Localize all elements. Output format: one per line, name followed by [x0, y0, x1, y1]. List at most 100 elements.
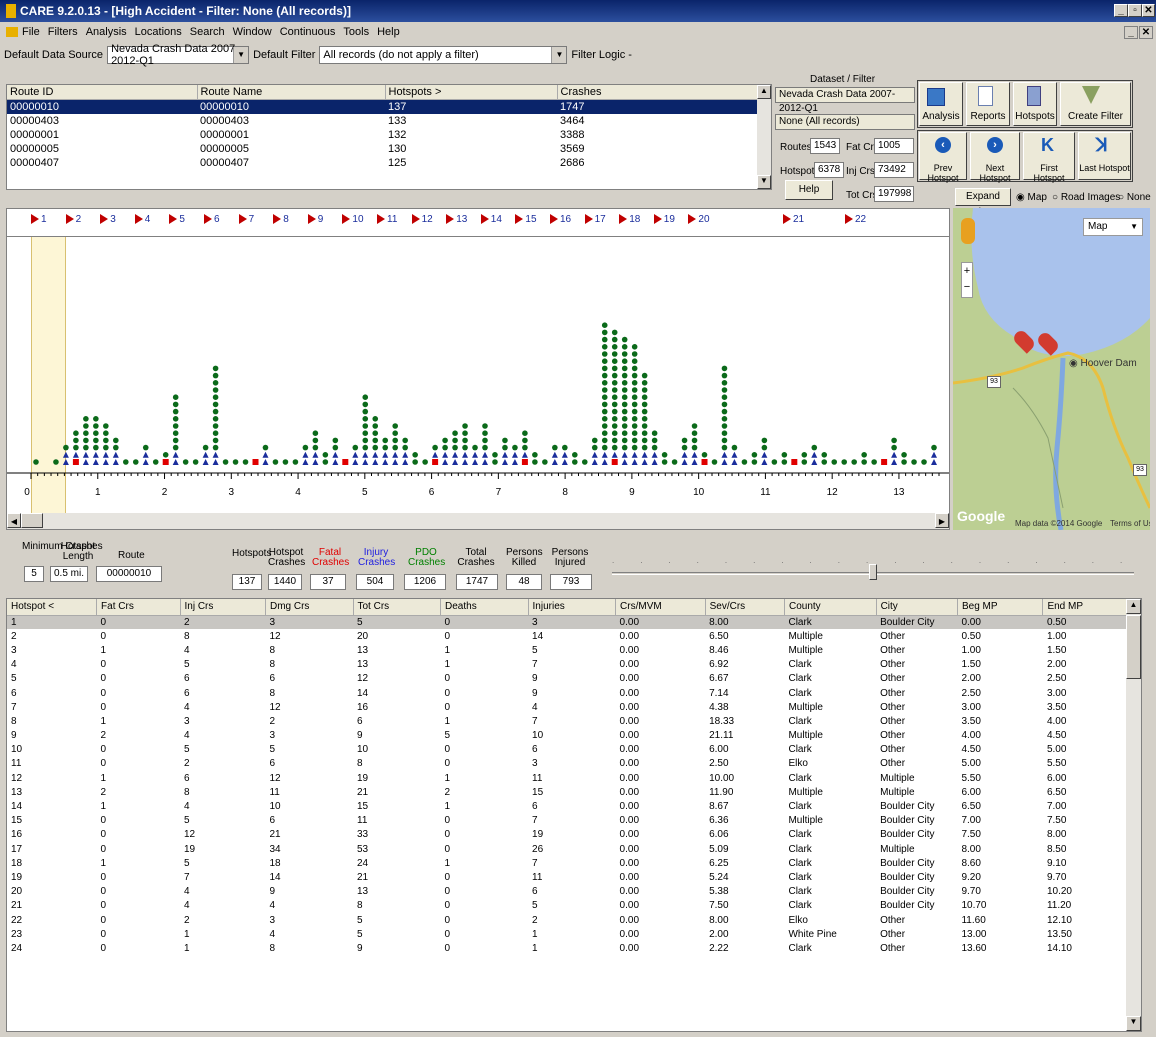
hotspots-col-header[interactable]: County [784, 599, 877, 616]
col-hotspots[interactable]: Hotspots > [385, 85, 558, 100]
hotspot-row[interactable]: 18 1 5 18 24 1 7 0.00 6.25 Clark Boulder City 8.60 9… [7, 856, 1127, 870]
route-row[interactable]: 00000010 00000010 137 1747 [7, 99, 759, 114]
zoom-in-icon[interactable]: + [962, 263, 972, 279]
hotspot-row[interactable]: 21 0 4 4 8 0 5 0.00 7.50 Clark Boulder City 10.70 11… [7, 899, 1127, 913]
hotspots-col-header[interactable]: Fat Crs [96, 599, 181, 616]
col-route-id[interactable]: Route ID [7, 85, 198, 100]
hotspot-row[interactable]: 19 0 7 14 21 0 11 0.00 5.24 Clark Boulder City 9.20… [7, 870, 1127, 884]
hotspot-length-input[interactable]: 0.5 mi. [50, 566, 88, 582]
hotspot-row[interactable]: 22 0 2 3 5 0 2 0.00 8.00 Elko Other 11.60 12.10 [7, 913, 1127, 927]
hotspots-col-header[interactable]: Deaths [440, 599, 529, 616]
hotspot-row[interactable]: 23 0 1 4 5 0 1 0.00 2.00 White Pine Other 13.00 13.5… [7, 927, 1127, 941]
pdo-crash-marker [372, 416, 379, 422]
menu-help[interactable]: Help [377, 26, 400, 38]
hotspot-row[interactable]: 3 1 4 8 13 1 5 0.00 8.46 Multiple Other 1.00 1.50 [7, 643, 1127, 657]
routes-grid[interactable]: Route ID Route Name Hotspots > Crashes 0… [6, 84, 772, 190]
pdo-crash-marker [572, 452, 578, 458]
hotspot-row[interactable]: 8 1 3 2 6 1 7 0.00 18.33 Clark Other 3.50 4.00 [7, 714, 1127, 728]
hotspot-row[interactable]: 12 1 6 12 19 1 11 0.00 10.00 Clark Multiple 5.50 6.0… [7, 771, 1127, 785]
col-route-name[interactable]: Route Name [197, 85, 386, 100]
hotspots-col-header[interactable]: Crs/MVM [615, 599, 706, 616]
data-source-select[interactable]: Nevada Crash Data 2007-2012-Q1 ▼ [107, 43, 250, 67]
min-crashes-input[interactable]: 5 [24, 566, 44, 582]
scroll-up-icon[interactable]: ▲ [1126, 599, 1141, 614]
hotspots-col-header[interactable]: Injuries [528, 599, 617, 616]
hotspot-row[interactable]: 9 2 4 3 9 5 10 0.00 21.11 Multiple Other 4.00 4.50 [7, 729, 1127, 743]
expand-view-button[interactable]: Expand View [955, 188, 1011, 218]
hotspot-row[interactable]: 11 0 2 6 8 0 3 0.00 2.50 Elko Other 5.00 5.50 [7, 757, 1127, 771]
default-filter-select[interactable]: All records (do not apply a filter) ▼ [319, 46, 568, 64]
hotspot-cell: 5 [357, 928, 363, 940]
hotspots-scroll-thumb[interactable] [1126, 615, 1141, 679]
hotspot-row[interactable]: 6 0 6 8 14 0 9 0.00 7.14 Clark Other 2.50 3.00 [7, 686, 1127, 700]
scroll-left-icon[interactable]: ◀ [7, 513, 21, 528]
menu-continuous[interactable]: Continuous [280, 26, 336, 38]
minimize-button[interactable]: _ [1114, 4, 1128, 17]
slider-thumb[interactable] [869, 564, 877, 580]
hotspots-grid[interactable]: Hotspot < Fat Crs Inj Crs Dmg Crs Tot Crs Dea… [6, 598, 1142, 1032]
hotspot-row[interactable]: 2 0 8 12 20 0 14 0.00 6.50 Multiple Other 0.50 1.00 [7, 629, 1127, 643]
hotspot-row[interactable]: 15 0 5 6 11 0 7 0.00 6.36 Multiple Boulder City 7.0… [7, 814, 1127, 828]
route-row[interactable]: 00000407 00000407 125 2686 [7, 156, 759, 170]
hotspots-col-header[interactable]: Inj Crs [180, 599, 266, 616]
view-none-radio[interactable]: ○ None [1118, 192, 1151, 203]
hotspot-row[interactable]: 1 0 2 3 5 0 3 0.00 8.00 Clark Boulder City 0.00 0.50 [7, 615, 1127, 630]
view-map-radio[interactable]: ◉ Map [1016, 192, 1047, 203]
hotspot-row[interactable]: 24 0 1 8 9 0 1 0.00 2.22 Clark Other 13.60 14.10 [7, 941, 1127, 955]
injury-crash-marker [601, 459, 608, 465]
map-type-select[interactable]: Map ▼ [1083, 218, 1143, 236]
pdo-crash-marker [611, 351, 618, 357]
route-row[interactable]: 00000403 00000403 133 3464 [7, 114, 759, 128]
hotspots-col-header[interactable]: Tot Crs [353, 599, 442, 616]
menu-analysis[interactable]: Analysis [86, 26, 127, 38]
hotspot-row[interactable]: 5 0 6 6 12 0 9 0.00 6.67 Clark Other 2.00 2.50 [7, 672, 1127, 686]
view-road-radio[interactable]: ○ Road Images [1052, 192, 1120, 203]
restore-button[interactable]: ▫ [1128, 4, 1142, 17]
zoom-control[interactable]: + − [961, 262, 973, 298]
hotspots-col-header[interactable]: Dmg Crs [265, 599, 354, 616]
hotspots-scrollbar[interactable]: ▲ ▼ [1126, 599, 1141, 1031]
hotspots-col-header[interactable]: Sev/Crs [705, 599, 785, 616]
scroll-down-icon[interactable]: ▼ [757, 175, 771, 189]
routes-scrollbar[interactable]: ▲ ▼ [757, 85, 771, 189]
map-terms-link[interactable]: Terms of Use [1110, 519, 1150, 528]
menu-locations[interactable]: Locations [135, 26, 182, 38]
col-crashes[interactable]: Crashes [557, 85, 759, 100]
map-view[interactable]: + − Map ▼ ◉ Hoover Dam 93 93 Google Map da… [953, 208, 1150, 530]
route-row[interactable]: 00000005 00000005 130 3569 [7, 142, 759, 156]
scroll-right-icon[interactable]: ▶ [935, 513, 949, 528]
hotspot-row[interactable]: 20 0 4 9 13 0 6 0.00 5.38 Clark Boulder City 9.70 10… [7, 885, 1127, 899]
crash-chart-panel[interactable]: 1234567891011121314151617181920212223 01… [6, 208, 950, 530]
menu-search[interactable]: Search [190, 26, 225, 38]
hotspot-row[interactable]: 17 0 19 34 53 0 26 0.00 5.09 Clark Multiple 8.00 8.5… [7, 842, 1127, 856]
pdo-crash-marker [691, 444, 698, 451]
hotspot-row[interactable]: 4 0 5 8 13 1 7 0.00 6.92 Clark Other 1.50 2.00 [7, 658, 1127, 672]
menu-tools[interactable]: Tools [343, 26, 369, 38]
close-button[interactable]: ✕ [1142, 4, 1155, 17]
pegman-icon[interactable] [961, 218, 975, 244]
scroll-up-icon[interactable]: ▲ [757, 85, 771, 99]
scroll-down-icon[interactable]: ▼ [1126, 1016, 1141, 1031]
chart-scroll-thumb[interactable] [21, 513, 43, 528]
hotspot-row[interactable]: 13 2 8 11 21 2 15 0.00 11.90 Multiple Multiple 6.00… [7, 785, 1127, 799]
hotspot-cell: 21 [357, 786, 369, 798]
menu-window[interactable]: Window [233, 26, 272, 38]
hotspot-cell: 13.50 [1046, 928, 1072, 940]
help-button[interactable]: Help [785, 180, 833, 200]
hotspots-col-header[interactable]: End MP [1042, 599, 1127, 616]
hotspots-col-header[interactable]: City [876, 599, 958, 616]
menu-filters[interactable]: Filters [48, 26, 78, 38]
mdi-close-button[interactable]: ✕ [1139, 26, 1153, 39]
hotspot-row[interactable]: 10 0 5 5 10 0 6 0.00 6.00 Clark Other 4.50 5.00 [7, 743, 1127, 757]
route-input[interactable]: 00000010 [96, 566, 162, 582]
hotspots-col-header[interactable]: Beg MP [957, 599, 1044, 616]
hotspots-col-header[interactable]: Hotspot < [7, 599, 98, 616]
mdi-minimize-button[interactable]: _ [1124, 26, 1138, 39]
menu-file[interactable]: File [22, 26, 40, 38]
zoom-out-icon[interactable]: − [962, 279, 972, 295]
chart-scrollbar[interactable]: ◀ ▶ [7, 513, 949, 529]
hotspot-row[interactable]: 14 1 4 10 15 1 6 0.00 8.67 Clark Boulder City 6.50 7… [7, 799, 1127, 813]
route-row[interactable]: 00000001 00000001 132 3388 [7, 128, 759, 142]
hotspot-row[interactable]: 16 0 12 21 33 0 19 0.00 6.06 Clark Boulder City 7.5… [7, 828, 1127, 842]
hotspot-row[interactable]: 7 0 4 12 16 0 4 0.00 4.38 Multiple Other 3.00 3.50 [7, 700, 1127, 714]
